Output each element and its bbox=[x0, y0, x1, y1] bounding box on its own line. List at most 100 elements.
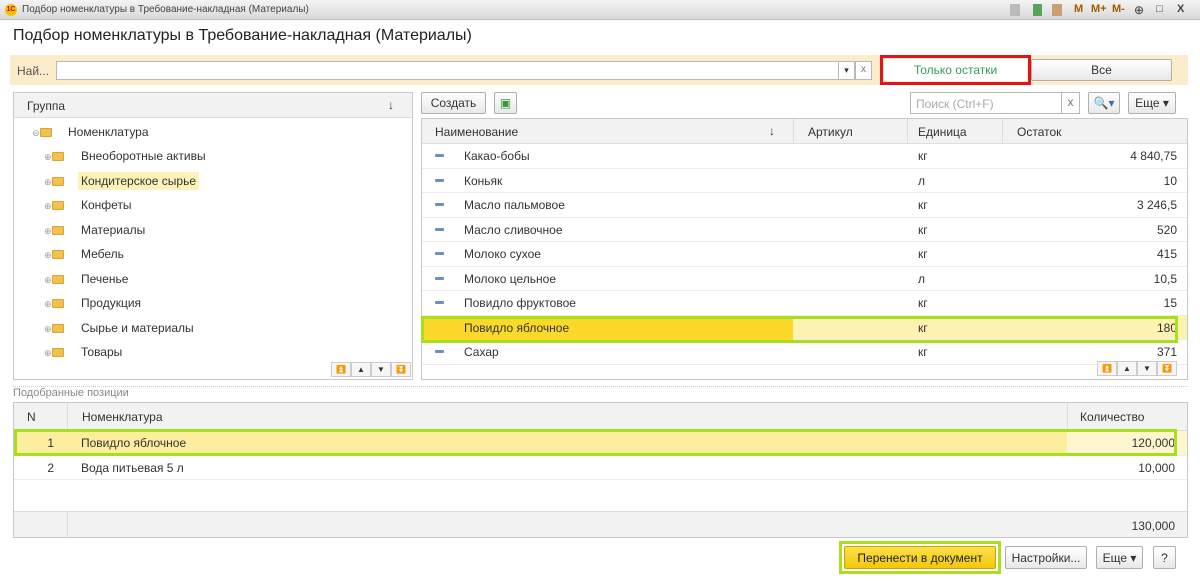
col-unit[interactable]: Единица bbox=[907, 119, 977, 144]
scroll-bottom-button[interactable]: ⏬ bbox=[391, 362, 411, 377]
item-stock: 415 bbox=[1156, 247, 1177, 261]
scroll-top-button[interactable]: ⏫ bbox=[331, 362, 351, 377]
close-button[interactable]: X bbox=[1177, 3, 1184, 15]
memory-plus-button[interactable]: M+ bbox=[1091, 3, 1107, 15]
calculator-icon[interactable] bbox=[1033, 4, 1042, 16]
folder-icon bbox=[52, 348, 64, 358]
scroll-top-button[interactable]: ⏫ bbox=[1097, 361, 1117, 376]
items-table-header: Наименование ↓ Артикул Единица Остаток bbox=[422, 119, 1187, 144]
zoom-icon[interactable]: ⊕ bbox=[1134, 3, 1144, 17]
help-button[interactable]: ? bbox=[1153, 546, 1176, 569]
expand-icon[interactable]: ⊕ bbox=[44, 275, 52, 286]
scroll-up-button[interactable]: ▲ bbox=[351, 362, 371, 377]
expand-icon[interactable]: ⊕ bbox=[44, 324, 52, 335]
sort-down-icon[interactable]: ↓ bbox=[388, 98, 394, 112]
folder-icon bbox=[52, 274, 64, 284]
more-button[interactable]: Еще ▾ bbox=[1128, 92, 1176, 114]
tree-item[interactable]: ⊕ Конфеты bbox=[44, 198, 135, 212]
search-options-button[interactable]: 🔍▾ bbox=[1088, 92, 1120, 114]
expand-icon[interactable]: ⊕ bbox=[44, 201, 52, 212]
item-stock: 3 246,5 bbox=[1136, 198, 1177, 212]
settings-button[interactable]: Настройки... bbox=[1005, 546, 1087, 569]
item-name: Коньяк bbox=[464, 173, 503, 188]
scroll-bottom-button[interactable]: ⏬ bbox=[1157, 361, 1177, 376]
sort-down-icon[interactable]: ↓ bbox=[769, 124, 775, 138]
col-quantity[interactable]: Количество bbox=[1067, 403, 1156, 431]
table-row[interactable]: Повидло фруктовое кг 15 bbox=[422, 291, 1187, 316]
transfer-to-document-button[interactable]: Перенести в документ bbox=[844, 546, 996, 569]
tree-item[interactable]: ⊕ Кондитерское сырье bbox=[44, 171, 199, 190]
item-name: Повидло фруктовое bbox=[464, 296, 576, 310]
tree-item[interactable]: ⊕ Продукция bbox=[44, 296, 144, 310]
highlight-outline bbox=[421, 316, 1178, 343]
table-row[interactable]: Какао-бобы кг 4 840,75 bbox=[422, 144, 1187, 169]
search-input[interactable] bbox=[56, 61, 840, 80]
table-row[interactable]: Молоко сухое кг 415 bbox=[422, 242, 1187, 267]
table-row[interactable]: Молоко цельное л 10,5 bbox=[422, 267, 1187, 291]
tree-item-label: Мебель bbox=[81, 247, 124, 261]
search-clear-button[interactable]: x bbox=[855, 61, 872, 80]
group-tree-header[interactable]: Группа ↓ bbox=[14, 93, 412, 118]
tree-item-label: Материалы bbox=[81, 222, 146, 237]
item-unit: кг bbox=[918, 222, 928, 237]
more-footer-button[interactable]: Еще ▾ bbox=[1096, 546, 1143, 569]
table-row[interactable]: 2 Вода питьевая 5 л 10,000 bbox=[14, 456, 1187, 480]
expand-icon[interactable]: ⊕ bbox=[44, 177, 52, 188]
col-n[interactable]: N bbox=[27, 410, 36, 424]
expand-icon[interactable]: ⊕ bbox=[44, 250, 52, 261]
list-search-input[interactable]: Поиск (Ctrl+F) bbox=[910, 92, 1062, 114]
item-name: Молоко сухое bbox=[464, 247, 541, 261]
scroll-down-button[interactable]: ▼ bbox=[1137, 361, 1157, 376]
window-title: Подбор номенклатуры в Требование-накладн… bbox=[22, 4, 309, 15]
item-unit: кг bbox=[918, 247, 928, 261]
item-unit: кг bbox=[918, 149, 928, 163]
group-tree: Группа ↓ ⊖ Номенклатура ⊕ Внеоборотные акт… bbox=[13, 92, 413, 380]
scroll-down-button[interactable]: ▼ bbox=[371, 362, 391, 377]
selected-table-header: N Номенклатура Количество bbox=[14, 403, 1187, 431]
filter-only-stock-button[interactable]: Только остатки bbox=[884, 59, 1027, 81]
list-search-clear[interactable]: x bbox=[1061, 92, 1080, 114]
item-name: Масло сливочное bbox=[464, 222, 563, 237]
table-row[interactable]: Сахар кг 371 bbox=[422, 340, 1187, 365]
tree-root[interactable]: ⊖ Номенклатура bbox=[32, 125, 149, 139]
tree-item[interactable]: ⊕ Печенье bbox=[44, 272, 131, 286]
tree-item[interactable]: ⊕ Сырье и материалы bbox=[44, 321, 197, 335]
tree-item[interactable]: ⊕ Товары bbox=[44, 345, 125, 359]
col-article[interactable]: Артикул bbox=[793, 119, 867, 144]
item-unit: л bbox=[918, 271, 926, 286]
table-row[interactable]: Масло сливочное кг 520 bbox=[422, 218, 1187, 242]
item-stock: 10,5 bbox=[1153, 271, 1177, 286]
filter-all-button[interactable]: Все bbox=[1031, 59, 1172, 81]
create-button[interactable]: Создать bbox=[421, 92, 486, 114]
folder-icon bbox=[52, 323, 64, 333]
expand-icon[interactable]: ⊕ bbox=[44, 152, 52, 163]
col-nomenclature[interactable]: Номенклатура bbox=[67, 403, 177, 431]
maximize-button[interactable]: □ bbox=[1156, 3, 1163, 15]
col-name[interactable]: Наименование bbox=[435, 125, 518, 139]
folder-icon bbox=[52, 176, 64, 186]
total-quantity: 130,000 bbox=[1131, 519, 1175, 533]
calendar-icon[interactable] bbox=[1052, 4, 1062, 16]
tree-root-label: Номенклатура bbox=[68, 125, 149, 139]
tree-item-label: Конфеты bbox=[81, 198, 132, 212]
table-row[interactable]: Масло пальмовое кг 3 246,5 bbox=[422, 193, 1187, 218]
col-stock[interactable]: Остаток bbox=[1002, 119, 1075, 144]
print-icon[interactable] bbox=[1010, 4, 1020, 16]
expand-icon[interactable]: ⊕ bbox=[44, 226, 52, 237]
page-title: Подбор номенклатуры в Требование-накладн… bbox=[13, 27, 472, 44]
window-titlebar: 1С Подбор номенклатуры в Требование-накл… bbox=[0, 0, 1200, 20]
item-unit: кг bbox=[918, 296, 928, 310]
tree-item[interactable]: ⊕ Внеоборотные активы bbox=[44, 149, 209, 163]
item-name: Сахар bbox=[464, 345, 499, 359]
search-dropdown-button[interactable]: ▾ bbox=[838, 61, 855, 80]
memory-button[interactable]: M bbox=[1074, 3, 1083, 15]
memory-minus-button[interactable]: M- bbox=[1112, 3, 1125, 15]
tree-item[interactable]: ⊕ Материалы bbox=[44, 223, 148, 237]
expand-icon[interactable]: ⊕ bbox=[44, 348, 52, 359]
scroll-up-button[interactable]: ▲ bbox=[1117, 361, 1137, 376]
copy-document-icon[interactable]: ▣ bbox=[494, 92, 517, 114]
expand-icon[interactable]: ⊕ bbox=[44, 299, 52, 310]
tree-item[interactable]: ⊕ Мебель bbox=[44, 247, 127, 261]
table-row[interactable]: Коньяк л 10 bbox=[422, 169, 1187, 193]
divider bbox=[13, 386, 1188, 387]
